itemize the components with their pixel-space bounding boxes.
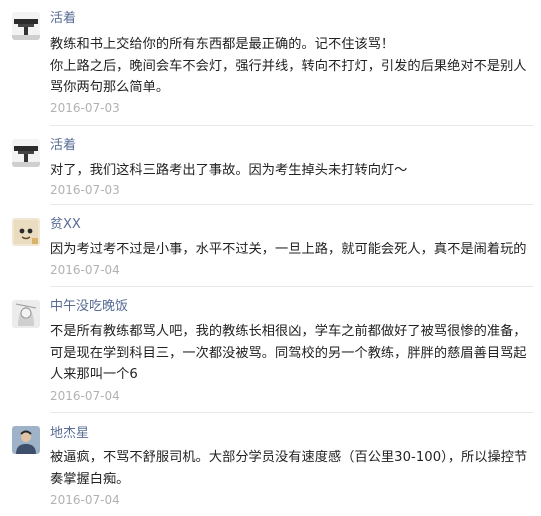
avatar[interactable] xyxy=(12,12,40,40)
person-photo-avatar-icon xyxy=(12,426,40,454)
comment-text: 对了，我们这科三路考出了事故。因为考生掉头未打转向灯～ xyxy=(50,163,408,178)
cartoon-face-avatar-icon xyxy=(12,218,40,246)
comment-text: 教练和书上交给你的所有东西都是最正确的。记不住该骂！ 你上路之后，晚间会车不会灯… xyxy=(50,37,527,95)
comment-date: 2016-07-03 xyxy=(50,183,120,197)
comment-date: 2016-07-04 xyxy=(50,389,120,403)
road-photo-avatar-icon xyxy=(12,12,40,40)
comment-date: 2016-07-04 xyxy=(50,493,120,507)
divider xyxy=(50,125,533,126)
comment-text: 因为考过考不过是小事，水平不过关，一旦上路，就可能会死人，真不是闹着玩的 xyxy=(50,242,527,257)
divider xyxy=(50,412,533,413)
avatar[interactable] xyxy=(12,300,40,328)
divider xyxy=(50,204,533,205)
divider xyxy=(50,286,533,287)
commenter-name[interactable]: 贫XX xyxy=(50,217,81,233)
comment-date: 2016-07-03 xyxy=(50,101,120,115)
comment-date: 2016-07-04 xyxy=(50,263,120,277)
comment-text: 被逼疯，不骂不舒服司机。大部分学员没有速度感（百公里30-100），所以操控节奏… xyxy=(50,450,528,487)
commenter-name[interactable]: 活着 xyxy=(50,11,76,27)
road-photo-avatar-icon xyxy=(12,139,40,167)
avatar[interactable] xyxy=(12,218,40,246)
avatar[interactable] xyxy=(12,139,40,167)
comment-list: 活着 教练和书上交给你的所有东西都是最正确的。记不住该骂！ 你上路之后，晚间会车… xyxy=(0,0,541,516)
comment-text: 不是所有教练都骂人吧，我的教练长相很凶，学车之前都做好了被骂很惨的准备，可是现在… xyxy=(50,324,527,382)
commenter-name[interactable]: 中午没吃晚饭 xyxy=(50,299,128,315)
commenter-name[interactable]: 地杰星 xyxy=(50,426,89,442)
commenter-name[interactable]: 活着 xyxy=(50,138,76,154)
avatar[interactable] xyxy=(12,426,40,454)
sketch-portrait-avatar-icon xyxy=(12,300,40,328)
